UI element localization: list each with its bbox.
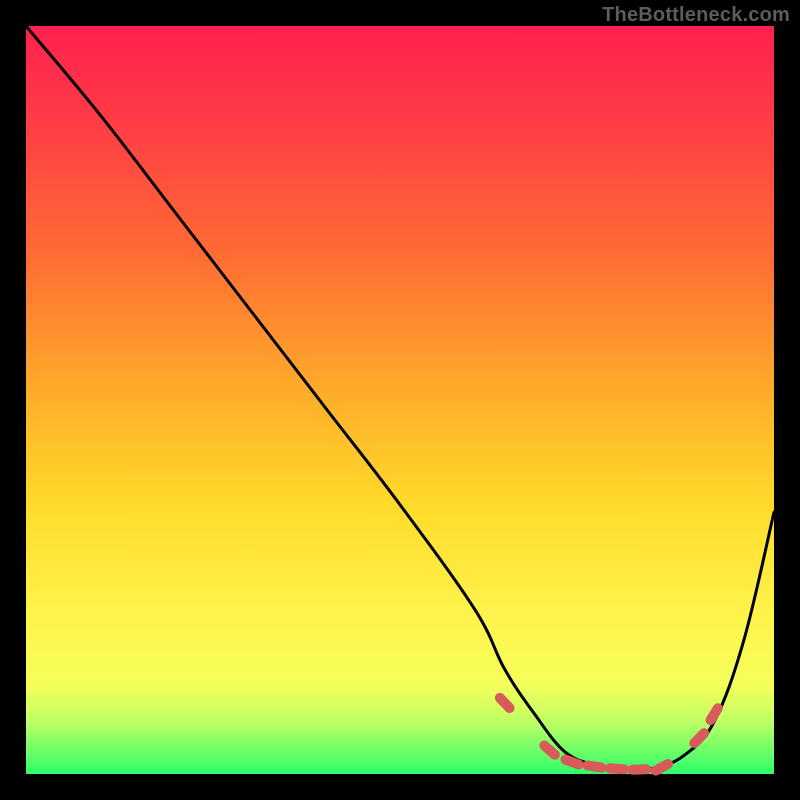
plot-svg bbox=[26, 26, 774, 774]
highlight-dash bbox=[588, 765, 602, 767]
highlight-dash bbox=[565, 760, 578, 765]
plot-area bbox=[26, 26, 774, 774]
highlight-dash bbox=[710, 708, 717, 720]
highlight-dash bbox=[500, 698, 510, 708]
chart-frame: TheBottleneck.com bbox=[0, 0, 800, 800]
watermark-label: TheBottleneck.com bbox=[602, 4, 790, 27]
highlighted-points bbox=[500, 698, 718, 771]
bottleneck-curve bbox=[26, 26, 774, 771]
highlight-dash bbox=[656, 764, 668, 771]
highlight-dash bbox=[694, 733, 704, 743]
highlight-dash bbox=[610, 768, 624, 769]
highlight-dash bbox=[544, 745, 555, 754]
